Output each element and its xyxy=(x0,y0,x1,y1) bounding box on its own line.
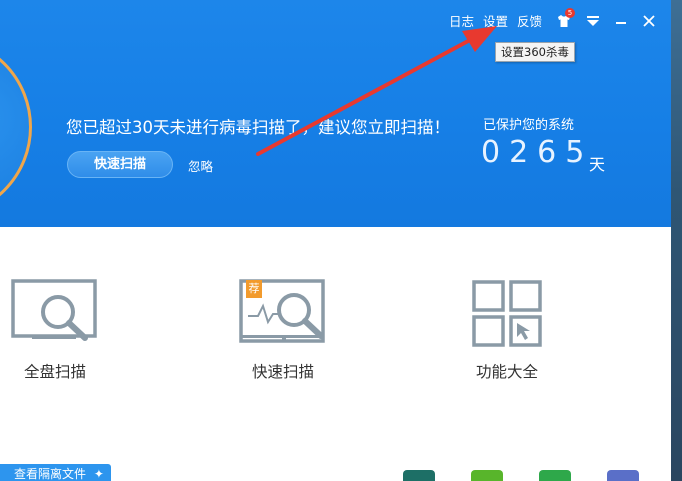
days-unit-label: 天 xyxy=(589,155,606,174)
shield-tool-icon[interactable] xyxy=(403,470,435,481)
close-icon[interactable] xyxy=(640,12,658,30)
protected-days-counter: 0265 xyxy=(481,135,594,170)
chat-tool-icon[interactable] xyxy=(539,470,571,481)
monitor-search-icon xyxy=(11,279,97,341)
status-ring[interactable] xyxy=(0,36,32,218)
feedback-link[interactable]: 反馈 xyxy=(517,12,542,32)
scan-reminder-message: 您已超过30天未进行病毒扫描了，建议您立即扫描！ xyxy=(66,118,450,137)
settings-link[interactable]: 设置 xyxy=(483,12,508,32)
apps-tool-icon[interactable] xyxy=(471,470,503,481)
notification-badge: 5 xyxy=(565,8,575,18)
all-tools-label: 功能大全 xyxy=(475,363,538,381)
quick-scan-feature[interactable]: 荐 快速扫描 xyxy=(234,270,334,385)
minimize-icon[interactable] xyxy=(612,12,630,30)
grid-tools-icon xyxy=(472,280,542,347)
full-scan-feature[interactable]: 全盘扫描 xyxy=(0,270,110,385)
home-tool-icon[interactable] xyxy=(607,470,639,481)
all-tools-feature[interactable]: 功能大全 xyxy=(466,270,566,385)
log-link[interactable]: 日志 xyxy=(449,12,474,32)
ignore-link[interactable]: 忽略 xyxy=(188,156,213,175)
antivirus-main-window: 日志 设置 反馈 5 您已超过30天未进行病毒扫描了，建议您立即扫描！ 快速扫描… xyxy=(0,0,671,481)
full-scan-label: 全盘扫描 xyxy=(23,363,86,381)
settings-tooltip: 设置360杀毒 xyxy=(495,42,575,62)
pin-icon: ✦ xyxy=(93,467,104,481)
recommend-badge: 荐 xyxy=(246,280,262,298)
menu-dropdown-icon[interactable] xyxy=(584,12,602,30)
window-edge-background xyxy=(671,0,682,481)
quick-scan-label: 快速扫描 xyxy=(251,363,314,381)
protection-label: 已保护您的系统 xyxy=(483,118,575,133)
quarantine-label: 查看隔离文件 xyxy=(14,467,87,481)
skin-icon[interactable]: 5 xyxy=(555,8,575,30)
quick-scan-button[interactable]: 快速扫描 xyxy=(67,151,173,178)
view-quarantine-link[interactable]: 查看隔离文件 ✦ xyxy=(0,464,111,481)
status-header: 日志 设置 反馈 5 您已超过30天未进行病毒扫描了，建议您立即扫描！ 快速扫描… xyxy=(0,0,671,227)
